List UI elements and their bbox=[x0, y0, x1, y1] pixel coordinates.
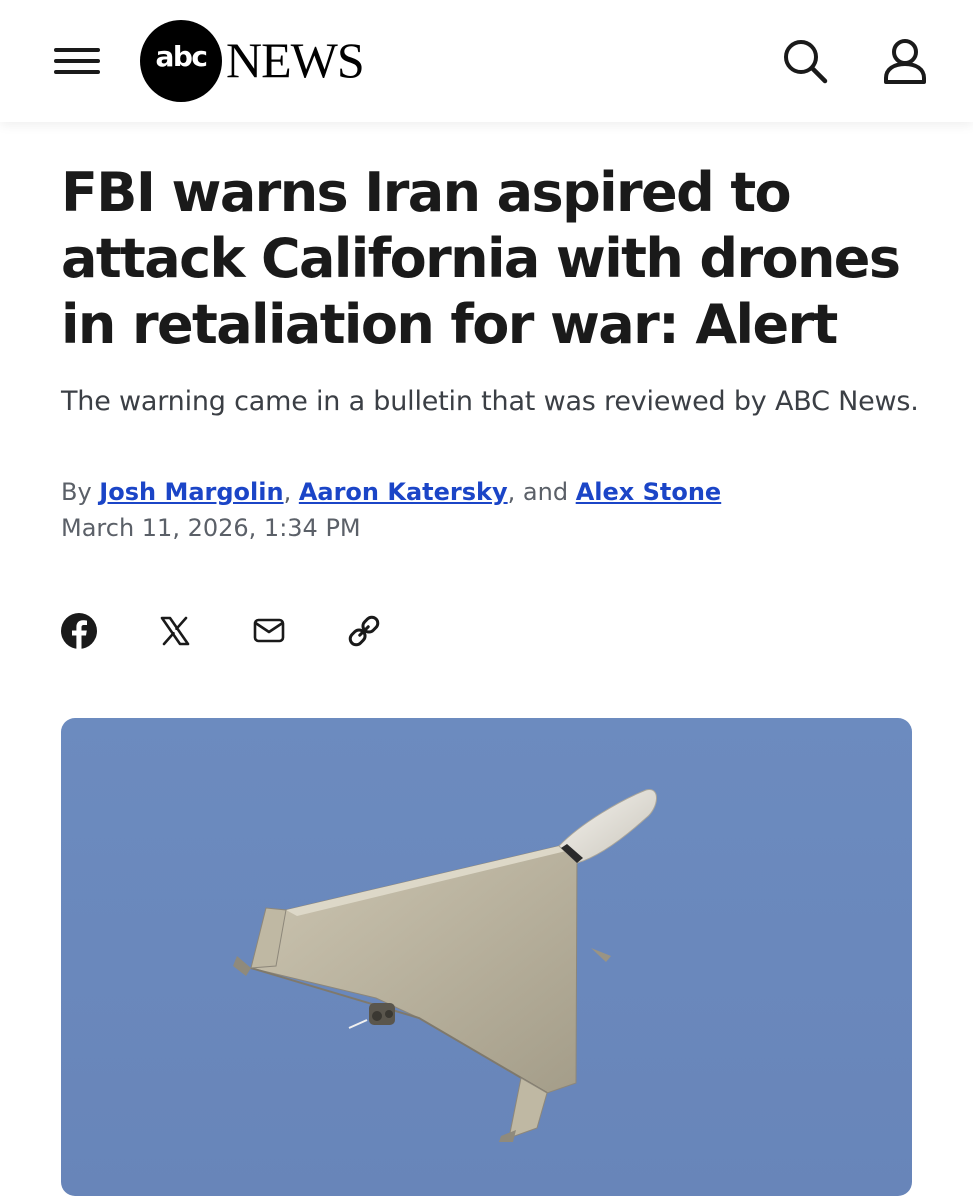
article-headline: FBI warns Iran aspired to attack Califor… bbox=[61, 161, 901, 356]
hero-image[interactable] bbox=[61, 718, 912, 1196]
author-link-1[interactable]: Josh Margolin bbox=[99, 478, 283, 506]
article-subheadline: The warning came in a bulletin that was … bbox=[61, 386, 919, 417]
hamburger-menu-icon[interactable] bbox=[50, 40, 104, 82]
facebook-icon[interactable] bbox=[59, 611, 99, 651]
author-link-2[interactable]: Aaron Katersky bbox=[299, 478, 508, 506]
search-icon[interactable] bbox=[780, 36, 830, 86]
author-link-3[interactable]: Alex Stone bbox=[576, 478, 722, 506]
abc-news-logo[interactable]: abc NEWS bbox=[140, 20, 400, 102]
byline-prefix: By bbox=[61, 478, 100, 506]
byline-separator-1: , bbox=[283, 478, 299, 506]
link-icon[interactable] bbox=[344, 611, 384, 651]
byline-separator-2: , and bbox=[507, 478, 576, 506]
user-account-icon[interactable] bbox=[880, 36, 930, 86]
x-icon[interactable] bbox=[155, 611, 195, 651]
site-header: abc NEWS bbox=[0, 0, 973, 122]
drone-illustration bbox=[233, 789, 657, 1142]
logo-abc-text: abc bbox=[155, 40, 208, 73]
email-icon[interactable] bbox=[249, 611, 289, 651]
publish-date: March 11, 2026, 1:34 PM bbox=[61, 514, 361, 542]
logo-news-text: NEWS bbox=[226, 32, 365, 88]
byline: By Josh Margolin, Aaron Katersky, and Al… bbox=[61, 475, 941, 509]
